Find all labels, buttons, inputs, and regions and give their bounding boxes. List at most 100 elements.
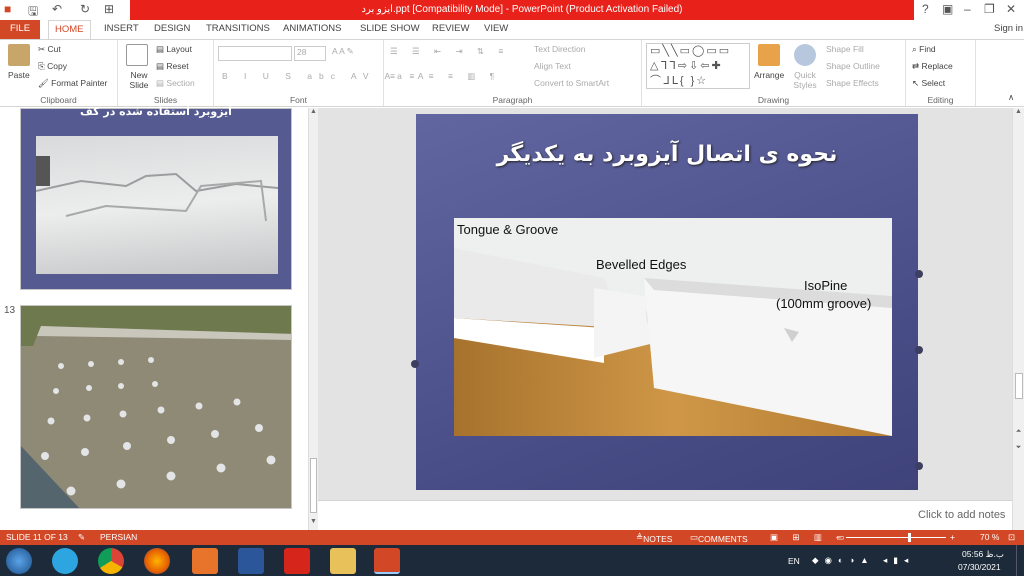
grow-font-icon[interactable]: A A ✎ [332,46,354,57]
slide-title[interactable]: نحوه ی اتصال آیزوبرد به یکدیگر [416,142,918,167]
zoom-in-icon[interactable]: + [950,532,955,542]
file-explorer-icon[interactable] [330,548,356,574]
scroll-up-icon[interactable]: ▲ [309,108,318,118]
align-text-button[interactable]: Align Text [534,61,571,71]
scroll-thumb[interactable] [1015,373,1023,399]
align-buttons[interactable]: ≡ ≡ ≡ ≡ ▥ ¶ [390,71,500,82]
media-player-icon[interactable] [192,548,218,574]
new-slide-button[interactable]: New Slide [124,70,154,90]
notes-button[interactable]: ≜ NOTES [636,532,672,544]
restore-icon[interactable]: ❐ [984,2,995,16]
tab-review[interactable]: REVIEW [432,20,469,39]
collapse-ribbon-icon[interactable]: ∧ [1008,92,1014,103]
fit-slide-icon[interactable]: ⊡ [1008,532,1015,543]
firefox-icon[interactable] [144,548,170,574]
language-indicator[interactable]: PERSIAN [100,532,137,542]
scroll-down-icon[interactable]: ▼ [309,518,318,528]
resize-handle[interactable] [915,462,923,470]
tab-file[interactable]: FILE [0,20,40,39]
start-icon[interactable] [6,548,32,574]
notes-placeholder[interactable]: Click to add notes [918,509,1005,521]
tab-animations[interactable]: ANIMATIONS [283,20,341,39]
clock-time[interactable]: 05:56 ب.ظ [962,549,1004,560]
list-buttons[interactable]: ☰ ☰ ⇤ ⇥ ⇅ ≡ [390,46,509,57]
comments-button[interactable]: ▭ COMMENTS [690,532,748,544]
scroll-up-icon[interactable]: ▲ [1013,108,1024,118]
ribbon-tab-bar: FILE HOME INSERT DESIGN TRANSITIONS ANIM… [0,20,1024,39]
notes-pane[interactable]: Click to add notes [318,500,1012,530]
text-direction-button[interactable]: Text Direction [534,44,586,54]
tab-slideshow[interactable]: SLIDE SHOW [360,20,420,39]
resize-handle[interactable] [411,360,419,368]
find-button[interactable]: ⌕ Find [912,44,936,55]
input-language[interactable]: EN [788,556,800,566]
slide-thumbnail-12[interactable]: ایزوبرد استفاده شده در کف [20,105,292,290]
ribbon-display-icon[interactable]: ▣ [942,2,953,16]
quick-styles-icon[interactable] [794,44,816,66]
tab-view[interactable]: VIEW [484,20,508,39]
close-icon[interactable]: ✕ [1006,2,1016,16]
clock-date[interactable]: 07/30/2021 [958,562,1001,572]
shape-fill-button[interactable]: Shape Fill [826,44,864,54]
minimize-icon[interactable]: – [964,2,971,16]
font-name-box[interactable] [218,46,292,61]
copy-button[interactable]: ⎘ Copy [38,61,67,72]
paste-icon[interactable] [8,44,30,66]
tab-design[interactable]: DESIGN [154,20,190,39]
telegram-icon[interactable] [52,548,78,574]
drawing-group: ▭╲╲▭◯▭▭ △ᒣᒣ⇨⇩⇦✚ ⌒ᒧᒪ{ }☆ Arrange Quick Styl… [642,40,906,106]
cut-button[interactable]: ✂ Cut [38,44,61,55]
copy-icon: ⎘ [38,61,48,71]
next-slide-icon[interactable]: ⏷ [1013,444,1024,454]
spellcheck-icon[interactable]: ✎ [78,532,85,543]
slide-thumbnail-13[interactable] [20,305,292,509]
slide-canvas[interactable]: نحوه ی اتصال آیزوبرد به یکدیگر Tongue & … [416,114,918,490]
convert-smartart-button[interactable]: Convert to SmartArt [534,78,609,88]
thumbnail-scrollbar[interactable]: ▲ ▼ [308,108,318,530]
powerpoint-taskbar-icon[interactable] [374,548,400,574]
format-painter-button[interactable]: 🖌 Format Painter [38,78,107,89]
zoom-slider-thumb[interactable] [908,533,911,542]
word-icon[interactable] [238,548,264,574]
tab-insert[interactable]: INSERT [104,20,139,39]
help-icon[interactable]: ? [922,2,929,16]
replace-button[interactable]: ⇄ Replace [912,61,953,72]
scroll-thumb[interactable] [310,458,317,513]
zoom-slider[interactable] [846,537,946,538]
section-button[interactable]: ▤ Section [156,78,195,89]
editor-scrollbar[interactable]: ▲ ⏶ ⏷ [1012,108,1024,530]
font-size-box[interactable]: 28 [294,46,326,61]
reset-button[interactable]: ▤ Reset [156,61,189,72]
redo-icon[interactable]: ↻ [80,2,90,16]
sign-in-link[interactable]: Sign in [994,20,1023,39]
new-slide-icon[interactable] [126,44,148,66]
paste-button[interactable]: Paste [8,70,30,80]
tab-transitions[interactable]: TRANSITIONS [206,20,270,39]
start-from-beginning-icon[interactable]: ⊞ [104,2,114,16]
quick-styles-button[interactable]: Quick Styles [790,70,820,90]
arrange-icon[interactable] [758,44,780,66]
shapes-gallery[interactable]: ▭╲╲▭◯▭▭ △ᒣᒣ⇨⇩⇦✚ ⌒ᒧᒪ{ }☆ [646,43,750,89]
zoom-out-icon[interactable]: – [836,532,841,542]
undo-icon[interactable]: ↶ [52,2,62,16]
tray-icons[interactable]: ◆◉◐◑▲ ◂▮◂ [812,555,914,566]
shape-effects-button[interactable]: Shape Effects [826,78,879,88]
zoom-level[interactable]: 70 % [980,532,999,542]
font-label: Font [289,95,307,105]
resize-handle[interactable] [915,270,923,278]
slide-photo[interactable]: Tongue & Groove Bevelled Edges IsoPine (… [454,218,892,436]
label-tongue-groove: Tongue & Groove [457,222,559,237]
title-bar: ■ 🖫 ↶ ↻ ⊞ ایزو برد.ppt [Compatibility Mo… [0,0,1024,20]
show-desktop-button[interactable] [1016,545,1024,576]
window-title: ایزو برد.ppt [Compatibility Mode] - Powe… [130,0,914,20]
select-button[interactable]: ↖ Select [912,78,945,89]
tab-home[interactable]: HOME [48,20,91,39]
resize-handle[interactable] [915,346,923,354]
previous-slide-icon[interactable]: ⏶ [1013,428,1024,438]
arrange-button[interactable]: Arrange [754,70,784,80]
chrome-icon[interactable] [98,548,124,574]
shape-outline-button[interactable]: Shape Outline [826,61,880,71]
acrobat-icon[interactable] [284,548,310,574]
layout-button[interactable]: ▤ Layout [156,44,192,55]
select-label: Select [921,78,946,88]
